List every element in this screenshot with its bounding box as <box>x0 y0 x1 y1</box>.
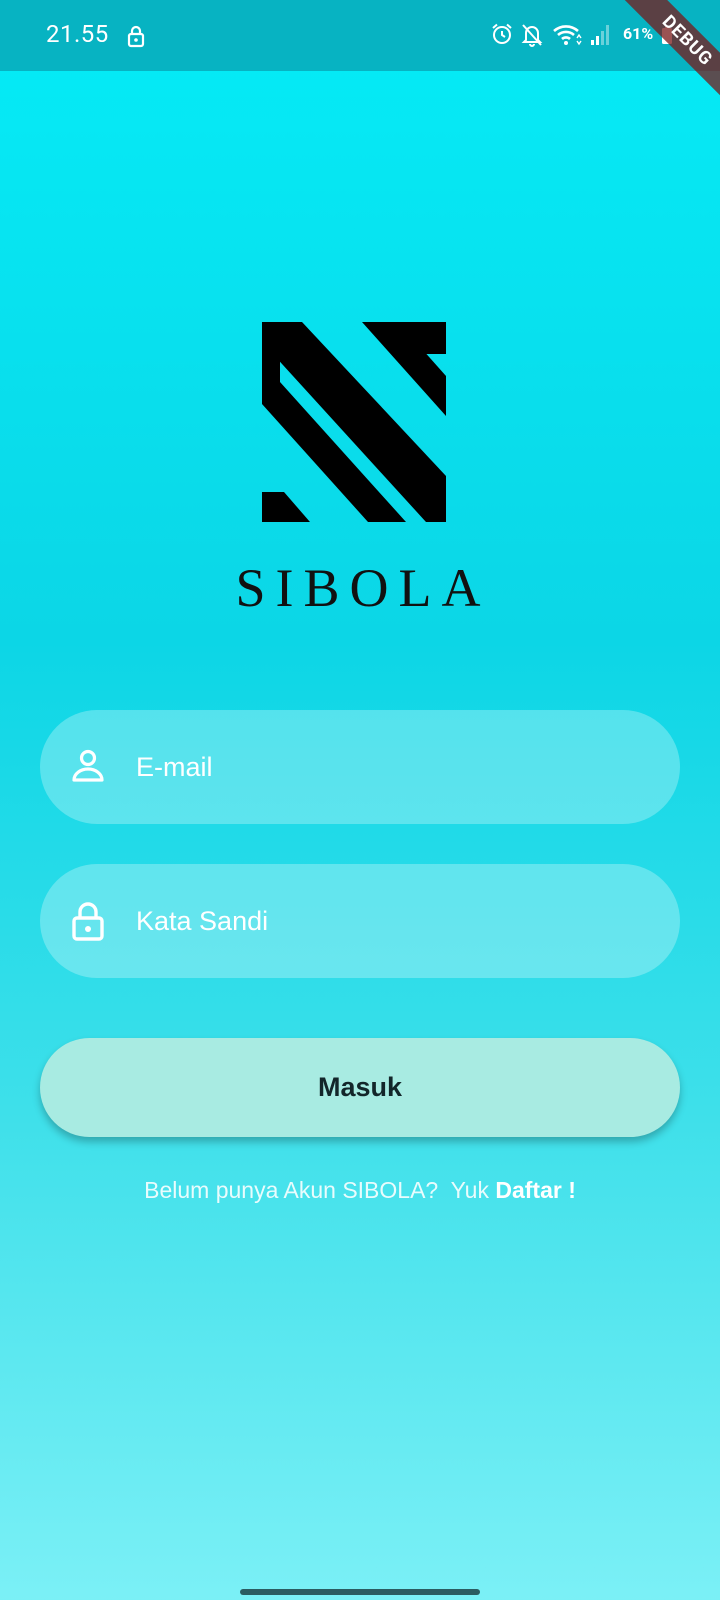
alarm-icon <box>492 23 512 44</box>
person-icon <box>72 749 104 782</box>
battery-percentage: 61% <box>623 24 654 43</box>
lock-icon <box>127 25 145 48</box>
signal-icon <box>591 25 609 45</box>
home-indicator[interactable] <box>240 1589 480 1595</box>
email-field[interactable] <box>40 710 680 824</box>
register-prompt: Belum punya Akun SIBOLA? Yuk Daftar ! <box>0 1177 720 1204</box>
status-bar: 21.55 61% DEBUG <box>0 0 720 105</box>
email-input[interactable] <box>136 710 636 824</box>
lock-icon <box>72 902 104 941</box>
sibola-logo-icon <box>262 322 446 522</box>
debug-banner: DEBUG <box>623 0 720 105</box>
bell-off-icon <box>521 24 543 47</box>
status-time: 21.55 <box>46 20 109 48</box>
brand-name: SIBOLA <box>235 558 491 618</box>
register-link[interactable]: Daftar ! <box>495 1177 576 1203</box>
register-prompt-text: Belum punya Akun SIBOLA? Yuk <box>144 1177 496 1203</box>
password-input[interactable] <box>136 864 636 978</box>
login-button[interactable]: Masuk <box>40 1038 680 1137</box>
wifi-icon <box>553 25 582 46</box>
password-field[interactable] <box>40 864 680 978</box>
